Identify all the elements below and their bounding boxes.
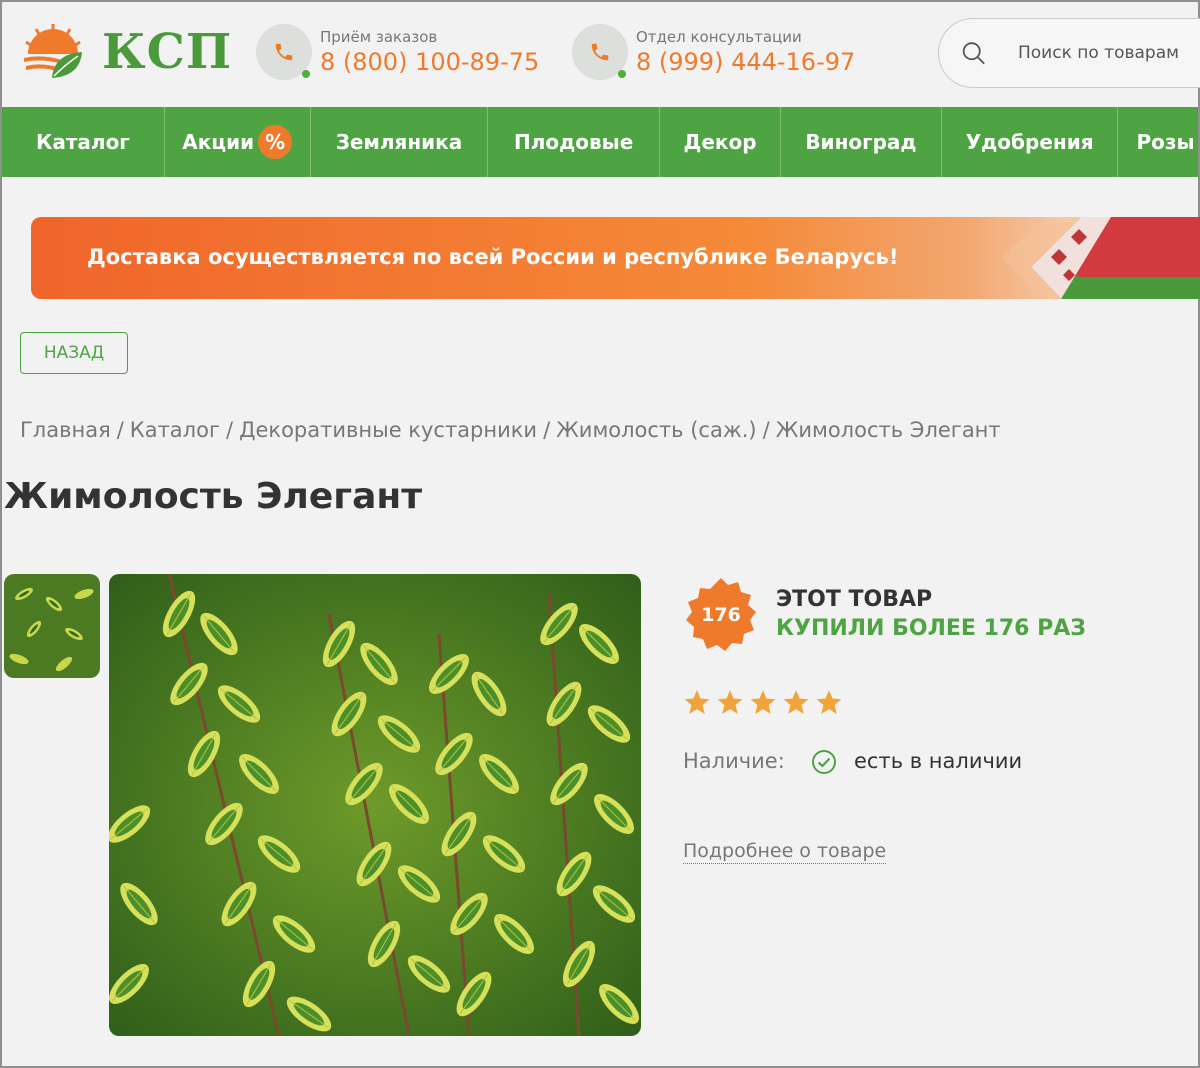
nav-label: Плодовые <box>513 130 634 154</box>
banner-text: Доставка осуществляется по всей России и… <box>87 245 899 269</box>
check-circle-icon <box>812 750 836 774</box>
contact-orders[interactable]: Приём заказов 8 (800) 100-89-75 <box>256 24 539 80</box>
nav-label: Декор <box>683 130 757 154</box>
nav-item-roses[interactable]: Розы <box>1118 107 1198 177</box>
breadcrumb-link[interactable]: Каталог <box>130 418 220 442</box>
nav-item-fertilizers[interactable]: Удобрения <box>942 107 1119 177</box>
breadcrumb-link[interactable]: Жимолость (саж.) <box>556 418 756 442</box>
breadcrumb: Главная / Каталог / Декоративные кустарники /… <box>20 418 1001 442</box>
rating-stars <box>683 688 848 716</box>
main-nav: Каталог Акции% Земляника Плодовые Декор … <box>2 107 1198 177</box>
nav-label: Розы <box>1136 130 1195 154</box>
breadcrumb-current: Жимолость Элегант <box>775 418 1001 442</box>
nav-label: Удобрения <box>965 130 1094 154</box>
nav-item-catalog[interactable]: Каталог <box>2 107 165 177</box>
availability-value: есть в наличии <box>854 749 1023 773</box>
contact-phone[interactable]: 8 (800) 100-89-75 <box>320 48 539 76</box>
nav-item-fruit[interactable]: Плодовые <box>488 107 660 177</box>
site-header: КСП Приём заказов 8 (800) 100-89-75 Отде… <box>2 2 1200 106</box>
nav-item-sales[interactable]: Акции% <box>165 107 311 177</box>
search-input[interactable] <box>1018 43 1200 63</box>
breadcrumb-separator: / <box>762 418 770 442</box>
belarus-flag-icon <box>1001 217 1200 299</box>
percent-badge: % <box>258 125 293 159</box>
star-icon <box>684 690 710 714</box>
logo-text: КСП <box>102 24 233 80</box>
sold-text-line2: КУПИЛИ БОЛЕЕ 176 РАЗ <box>776 616 1086 641</box>
search-icon[interactable] <box>961 39 986 67</box>
delivery-banner[interactable]: Доставка осуществляется по всей России и… <box>31 217 1200 299</box>
breadcrumb-link[interactable]: Декоративные кустарники <box>239 418 537 442</box>
phone-icon <box>572 24 628 80</box>
breadcrumb-separator: / <box>225 418 234 442</box>
sold-text-line1: ЭТОТ ТОВАР <box>776 587 933 612</box>
nav-label: Акции <box>182 130 255 154</box>
leaf-sun-logo-icon <box>24 24 82 78</box>
star-icon <box>750 690 776 714</box>
breadcrumb-separator: / <box>116 418 124 442</box>
star-icon <box>816 690 842 714</box>
nav-item-strawberry[interactable]: Земляника <box>311 107 489 177</box>
product-thumbnail[interactable] <box>4 574 100 678</box>
nav-item-decor[interactable]: Декор <box>660 107 782 177</box>
star-icon <box>783 690 809 714</box>
product-image[interactable] <box>109 574 641 1036</box>
nav-label: Земляника <box>335 130 463 154</box>
page-title: Жимолость Элегант <box>4 476 423 517</box>
contact-consult[interactable]: Отдел консультации 8 (999) 444-16-97 <box>572 24 855 80</box>
product-details-link[interactable]: Подробнее о товаре <box>683 839 887 864</box>
breadcrumb-link[interactable]: Главная <box>20 418 111 442</box>
contact-phone[interactable]: 8 (999) 444-16-97 <box>636 48 855 76</box>
sold-count-badge: 176 <box>682 576 760 654</box>
sold-count: 176 <box>701 604 741 626</box>
contact-label: Отдел консультации <box>636 28 802 46</box>
contact-label: Приём заказов <box>320 28 438 46</box>
search-box[interactable] <box>938 18 1200 88</box>
star-icon <box>717 690 743 714</box>
back-button[interactable]: НАЗАД <box>20 332 128 374</box>
nav-item-grapes[interactable]: Виноград <box>781 107 942 177</box>
availability-label: Наличие: <box>683 749 785 773</box>
breadcrumb-separator: / <box>543 418 551 442</box>
nav-label: Виноград <box>805 130 917 154</box>
logo[interactable]: КСП <box>22 24 232 80</box>
nav-label: Каталог <box>35 130 130 154</box>
phone-icon <box>256 24 312 80</box>
